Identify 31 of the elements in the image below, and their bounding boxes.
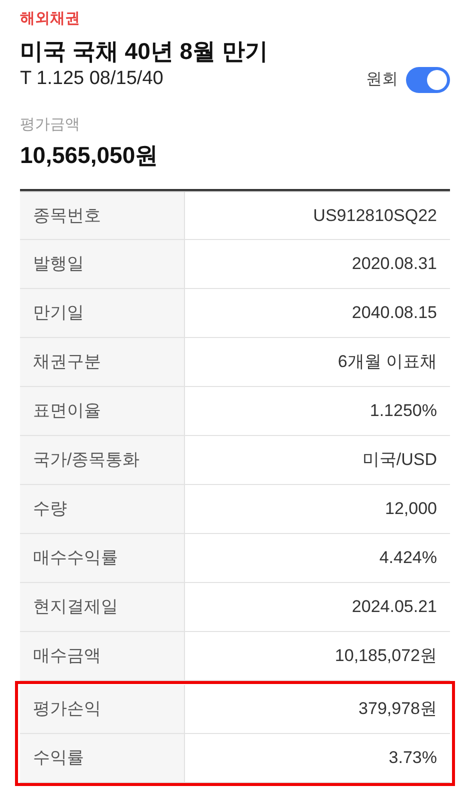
row-label: 채권구분: [20, 338, 185, 386]
row-label: 만기일: [20, 288, 185, 337]
currency-toggle[interactable]: [406, 66, 450, 92]
row-value: 2040.08.15: [350, 302, 438, 324]
category-label: 해외채권: [20, 9, 81, 29]
row-value: 6개월 이표채: [336, 351, 438, 373]
row-label: 평가손익: [20, 684, 185, 733]
row-value: 2024.05.21: [350, 596, 438, 618]
valuation-label: 평가금액: [20, 114, 81, 135]
row-value: 미국/USD: [361, 449, 438, 471]
row-label: 매수금액: [20, 632, 185, 680]
row-label: 수익률: [20, 734, 185, 782]
bond-title: 미국 국채 40년 8월 만기: [20, 36, 269, 66]
row-value: 3.73%: [388, 747, 438, 769]
row-value: 1.1250%: [368, 400, 438, 422]
row-value: 4.424%: [378, 547, 438, 569]
row-value: 12,000: [384, 498, 438, 520]
row-value: 10,185,072원: [334, 645, 438, 667]
toggle-label: 원회: [366, 70, 398, 90]
row-label: 수량: [20, 484, 185, 533]
row-label: 발행일: [20, 240, 185, 288]
row-label: 현지결제일: [20, 582, 185, 631]
row-value: US912810SQ22: [312, 204, 438, 226]
row-value: 2020.08.31: [350, 253, 438, 275]
row-label: 매수수익률: [20, 534, 185, 582]
row-label: 국가/종목통화: [20, 436, 185, 484]
row-label: 종목번호: [20, 192, 185, 239]
bond-subtitle: T 1.125 08/15/40: [20, 67, 164, 92]
row-value: 379,978원: [358, 698, 438, 720]
valuation-amount: 10,565,050원: [20, 141, 160, 170]
row-label: 표면이율: [20, 386, 185, 435]
